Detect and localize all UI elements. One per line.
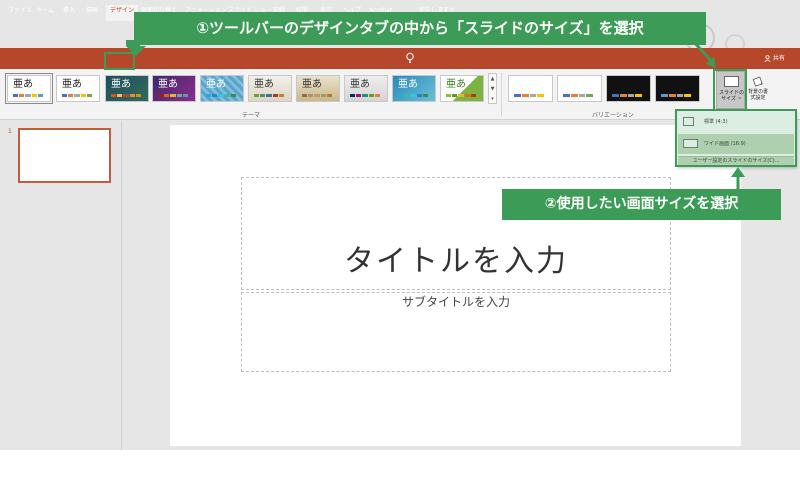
subtitle-placeholder-text: サブタイトルを入力 [401, 295, 510, 309]
variant-color-bars [563, 94, 593, 97]
variant-4[interactable] [655, 75, 700, 102]
theme-facet[interactable]: 亜あ [440, 75, 484, 102]
theme-color-bars [302, 94, 333, 97]
theme-preview-text: 亜あ [446, 79, 466, 90]
title-placeholder-text: タイトルを入力 [344, 244, 568, 279]
share-button[interactable]: 共有 [764, 53, 785, 63]
theme-color-bars [62, 94, 93, 97]
theme-integral[interactable]: 亜あ [392, 75, 436, 102]
arrow-to-widescreen [731, 167, 745, 191]
tab-insert[interactable]: 挿入 [63, 5, 75, 21]
theme-color-bars [254, 94, 285, 97]
theme-preview-text: 亜あ [398, 79, 418, 90]
theme-color-bars [158, 94, 189, 97]
step1-callout: ①ツールバーのデザインタブの中から「スライドのサイズ」を選択 [134, 12, 706, 45]
lightbulb-icon [406, 52, 414, 63]
format-background-label-line2: 式設定 [750, 95, 766, 101]
ribbon-divider [501, 73, 502, 116]
slide-number: 1 [8, 128, 12, 135]
theme-preview-text: 亜あ [62, 79, 82, 90]
chevron-up-icon[interactable]: ▲ [489, 74, 496, 84]
theme-preview-text: 亜あ [350, 79, 370, 90]
tab-home[interactable]: ホーム [36, 5, 54, 21]
variants-group-label: バリエーション [592, 112, 634, 119]
theme-color-bars [398, 94, 429, 97]
variant-color-bars [661, 94, 691, 97]
theme-preview-text: 亜あ [158, 79, 178, 90]
theme-color-bars [13, 94, 44, 97]
variant-3[interactable] [606, 75, 651, 102]
share-label: 共有 [772, 55, 785, 62]
theme-facet-dark[interactable]: 亜あ [105, 75, 149, 102]
theme-office-2[interactable]: 亜あ [56, 75, 100, 102]
format-background-label: 背景の書 式設定 [743, 89, 773, 101]
person-icon [764, 55, 771, 63]
powerpoint-window: ファイル ホーム 挿入 描画 デザイン 画面切り替え アニメーション スライド … [0, 0, 800, 450]
theme-color-bars [206, 94, 237, 97]
theme-wood[interactable]: 亜あ [296, 75, 340, 102]
variant-1[interactable] [508, 75, 553, 102]
theme-ion[interactable]: 亜あ [152, 75, 196, 102]
theme-preview-text: 亜あ [254, 79, 274, 90]
step2-callout: ②使用したい画面サイズを選択 [502, 189, 781, 220]
gallery-more-icon[interactable]: ▾ [489, 94, 496, 104]
theme-retrospect[interactable]: 亜あ [200, 75, 244, 102]
variant-color-bars [612, 94, 642, 97]
theme-color-bars [446, 94, 477, 97]
variant-color-bars [514, 94, 544, 97]
theme-preview-text: 亜あ [13, 79, 33, 90]
tab-file[interactable]: ファイル [8, 5, 32, 21]
tab-draw[interactable]: 描画 [86, 5, 98, 21]
theme-color-bars [111, 94, 142, 97]
theme-slice[interactable]: 亜あ [344, 75, 388, 102]
theme-preview-text: 亜あ [302, 79, 322, 90]
format-background-button[interactable]: 背景の書 式設定 [745, 71, 771, 109]
variant-2[interactable] [557, 75, 602, 102]
theme-organic[interactable]: 亜あ [248, 75, 292, 102]
theme-office[interactable]: 亜あ [5, 73, 53, 104]
slide-thumbnail[interactable] [18, 128, 111, 183]
slide-size-highlight [713, 69, 747, 111]
themes-group-label: テーマ [242, 112, 261, 119]
chevron-down-icon[interactable]: ▼ [489, 84, 496, 94]
themes-gallery-scroll[interactable]: ▲ ▼ ▾ [488, 73, 497, 104]
paint-bucket-icon [752, 76, 763, 87]
theme-preview-text: 亜あ [111, 79, 131, 90]
theme-preview-text: 亜あ [206, 79, 226, 90]
theme-color-bars [350, 94, 381, 97]
menu-highlight [675, 109, 797, 167]
